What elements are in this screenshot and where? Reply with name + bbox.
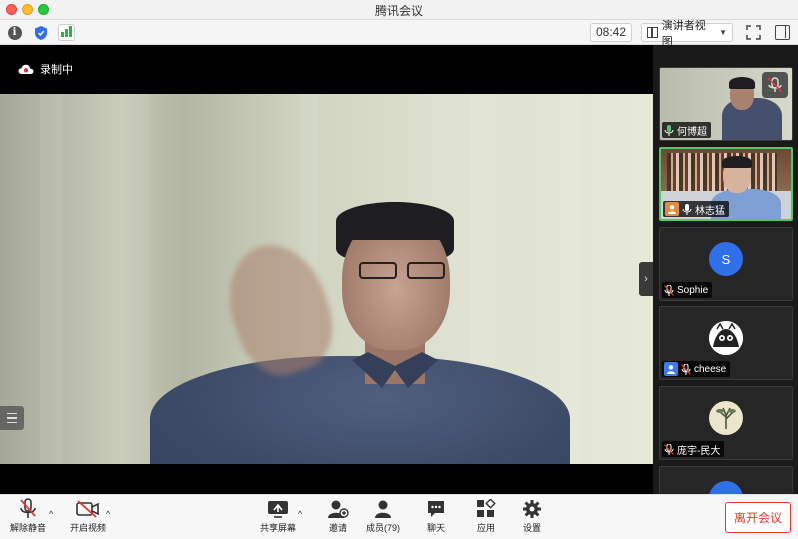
avatar — [709, 321, 743, 355]
mic-off-icon — [762, 72, 788, 98]
avatar — [709, 401, 743, 435]
chevron-down-icon: ▼ — [719, 28, 727, 37]
start-video-button[interactable]: 开启视频 — [70, 498, 106, 534]
meeting-info-button[interactable]: i — [6, 24, 23, 41]
view-mode-label: 演讲者视图 — [661, 19, 706, 48]
participant-tile[interactable]: S Sophie — [659, 227, 793, 301]
invite-button[interactable]: 邀请 — [326, 498, 350, 534]
chat-label: 聊天 — [426, 523, 445, 533]
meeting-controls-bar: 解除静音 ^ 开启视频 ^ 共享屏幕 ^ 邀请 成员(79) 聊天 应用 设置 … — [0, 494, 798, 539]
chevron-up-icon[interactable]: ^ — [298, 509, 302, 519]
apps-button[interactable]: 应用 — [474, 498, 498, 534]
participant-nametag: 何博超 — [662, 122, 711, 138]
participant-name: 林志猛 — [695, 205, 725, 217]
participant-nametag: 林志猛 — [663, 201, 729, 217]
speaker-video — [0, 94, 653, 464]
video-off-icon — [76, 498, 100, 520]
participant-strip: 何博超 林志猛 S Sophie cheese 庞宇-民大 — [653, 45, 798, 494]
meeting-toolbar: i 08:42 演讲者视图 ▼ — [0, 20, 798, 48]
gear-icon — [520, 498, 544, 520]
participant-name: cheese — [694, 363, 727, 375]
add-user-icon — [326, 498, 350, 520]
participant-nametag: Sophie — [662, 282, 713, 298]
members-label: 成员(79) — [366, 523, 401, 533]
participant-nametag: cheese — [662, 361, 731, 377]
participant-tile[interactable] — [659, 466, 793, 494]
participant-tile[interactable]: 庞宇-民大 — [659, 386, 793, 460]
chevron-up-icon[interactable]: ^ — [49, 509, 53, 519]
participant-tile[interactable]: 何博超 — [659, 67, 793, 141]
recording-label: 录制中 — [40, 64, 73, 76]
participant-nametag: 庞宇-民大 — [662, 441, 725, 457]
mic-on-icon — [682, 203, 692, 215]
share-screen-button[interactable]: 共享屏幕 — [260, 498, 296, 534]
mic-off-icon — [16, 498, 40, 520]
chevron-up-icon[interactable]: ^ — [106, 509, 110, 519]
participant-name: 庞宇-民大 — [677, 445, 721, 457]
participant-name: Sophie — [677, 284, 709, 296]
cohost-badge-icon — [664, 362, 678, 376]
security-button[interactable] — [32, 24, 49, 41]
participant-tile[interactable]: cheese — [659, 306, 793, 380]
cloud-record-icon — [18, 64, 34, 74]
apps-icon — [474, 498, 498, 520]
leave-meeting-button[interactable]: 离开会议 — [725, 502, 791, 533]
main-video-stage: 录制中 › — [0, 45, 653, 494]
members-icon — [371, 498, 395, 520]
shield-icon — [34, 25, 47, 40]
view-mode-select[interactable]: 演讲者视图 ▼ — [641, 20, 733, 48]
host-badge-icon — [665, 202, 679, 216]
side-menu-button[interactable] — [0, 406, 24, 430]
meeting-window: 腾讯会议 i 08:42 演讲者视图 ▼ 录制中 › 何博超 林志猛 S Sop… — [0, 0, 798, 539]
unmute-label: 解除静音 — [10, 523, 47, 533]
collapse-strip-button[interactable]: › — [639, 262, 653, 296]
mic-off-icon — [664, 284, 674, 296]
settings-button[interactable]: 设置 — [520, 498, 544, 534]
settings-label: 设置 — [522, 523, 541, 533]
members-button[interactable]: 成员(79) — [366, 498, 400, 534]
signal-icon — [58, 24, 75, 41]
mic-off-icon — [681, 363, 691, 375]
mic-off-icon — [664, 443, 674, 455]
recording-indicator: 录制中 — [18, 61, 73, 77]
avatar — [709, 481, 743, 494]
sidebar-toggle-icon[interactable] — [775, 25, 790, 40]
share-screen-icon — [266, 498, 290, 520]
unmute-button[interactable]: 解除静音 — [10, 498, 46, 534]
fullscreen-icon[interactable] — [746, 25, 761, 40]
participant-tile-active[interactable]: 林志猛 — [659, 147, 793, 221]
chat-icon — [424, 498, 448, 520]
mic-on-icon — [664, 124, 674, 136]
layout-icon — [647, 27, 658, 38]
avatar: S — [709, 242, 743, 276]
apps-label: 应用 — [476, 523, 495, 533]
invite-label: 邀请 — [328, 523, 347, 533]
info-icon: i — [7, 25, 22, 40]
start-video-label: 开启视频 — [70, 523, 107, 533]
meeting-timer: 08:42 — [590, 23, 632, 42]
share-screen-label: 共享屏幕 — [260, 523, 297, 533]
participant-name: 何博超 — [677, 126, 707, 138]
chevron-right-icon: › — [644, 273, 648, 285]
network-status-button[interactable] — [58, 24, 75, 41]
chat-button[interactable]: 聊天 — [424, 498, 448, 534]
